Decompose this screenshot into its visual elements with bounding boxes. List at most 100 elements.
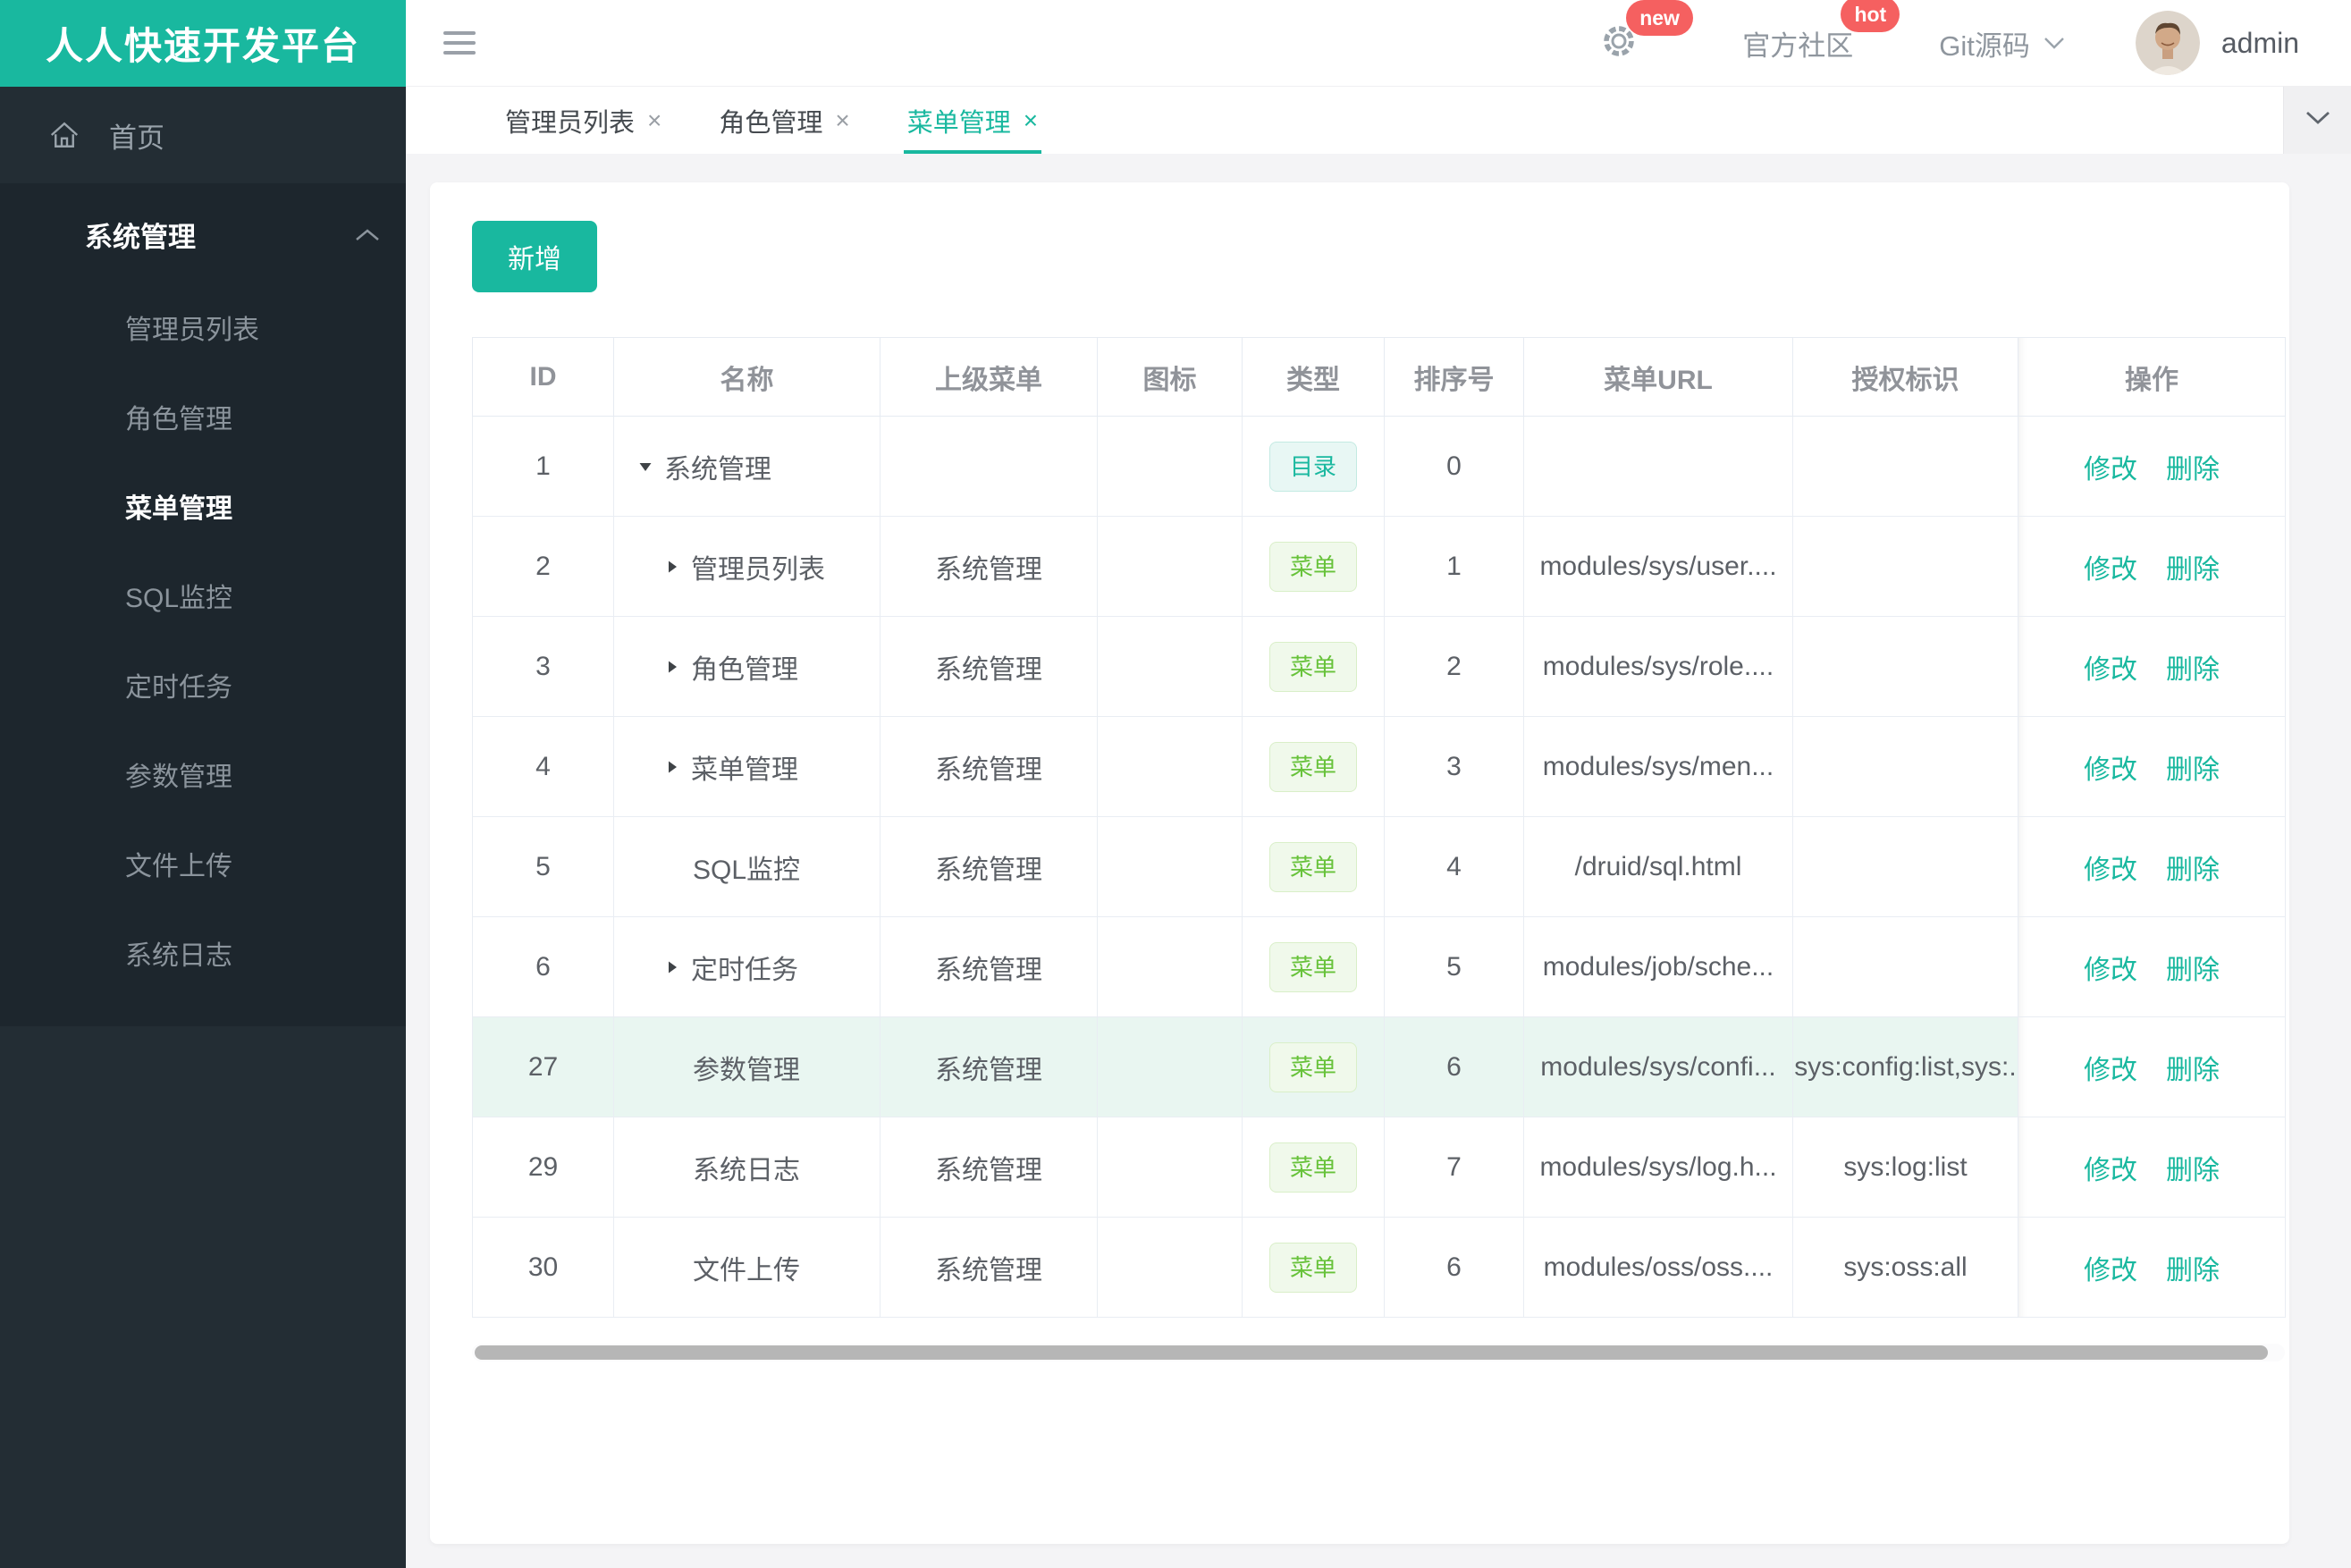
sidebar-item-管理员列表[interactable]: 管理员列表 [0, 286, 406, 375]
menu-name: SQL监控 [693, 855, 801, 885]
scrollbar-thumb[interactable] [475, 1345, 2268, 1360]
sidebar-group-header[interactable]: 系统管理 [0, 183, 406, 286]
sidebar-item-系统日志[interactable]: 系统日志 [0, 912, 406, 1001]
hamburger-menu-icon[interactable] [443, 25, 476, 61]
table-row: 6 定时任务 系统管理 菜单 5 modules/job/sche... 修改 删除 [472, 916, 2286, 1017]
cell-id: 6 [472, 916, 614, 1017]
menu-name: 文件上传 [693, 1255, 800, 1286]
menu-management-panel: 新增 ID 名称 上级菜单 图标 类型 排序号 菜单URL 授权标识 操作 1 系统管理 目录 0 修改… [430, 182, 2289, 1544]
cell-icon [1097, 716, 1243, 817]
cell-name: 系统日志 [613, 1117, 881, 1218]
cell-name: 管理员列表 [613, 516, 881, 617]
column-header-排序号: 排序号 [1384, 337, 1524, 417]
tab-close-icon[interactable]: × [647, 106, 661, 135]
delete-link[interactable]: 删除 [2166, 1256, 2220, 1286]
cell-parent [880, 416, 1098, 517]
cell-parent: 系统管理 [880, 1217, 1098, 1318]
cell-order: 0 [1384, 416, 1524, 517]
delete-link[interactable]: 删除 [2166, 655, 2220, 685]
new-badge: new [1626, 0, 1693, 36]
cell-name: 角色管理 [613, 616, 881, 717]
menu-table: ID 名称 上级菜单 图标 类型 排序号 菜单URL 授权标识 操作 1 系统管理 目录 0 修改 删除 2… [472, 337, 2286, 1318]
sidebar-item-home[interactable]: 首页 [0, 87, 406, 183]
column-header-名称: 名称 [613, 337, 881, 417]
cell-order: 1 [1384, 516, 1524, 617]
cell-icon [1097, 1217, 1243, 1318]
delete-link[interactable]: 删除 [2166, 956, 2220, 985]
column-header-上级菜单: 上级菜单 [880, 337, 1098, 417]
cell-parent: 系统管理 [880, 516, 1098, 617]
cell-icon [1097, 516, 1243, 617]
sidebar-item-定时任务[interactable]: 定时任务 [0, 644, 406, 733]
avatar[interactable] [2135, 11, 2200, 75]
edit-link[interactable]: 修改 [2084, 755, 2137, 785]
expand-arrow-icon[interactable] [637, 459, 653, 475]
expand-arrow-icon[interactable] [664, 559, 680, 575]
tab-菜单管理[interactable]: 菜单管理 × [903, 87, 1042, 154]
cell-url [1523, 416, 1793, 517]
cell-perm: sys:config:list,sys:. [1792, 1016, 2018, 1117]
tabs-overflow-button[interactable] [2283, 87, 2351, 154]
cell-url: modules/sys/role.... [1523, 616, 1793, 717]
edit-link[interactable]: 修改 [2084, 956, 2137, 985]
cell-icon [1097, 1016, 1243, 1117]
edit-link[interactable]: 修改 [2084, 1056, 2137, 1085]
cell-icon [1097, 416, 1243, 517]
cell-type: 菜单 [1242, 516, 1385, 617]
cell-id: 29 [472, 1117, 614, 1218]
menu-name: 管理员列表 [691, 554, 825, 585]
type-badge: 菜单 [1268, 541, 1357, 592]
cell-id: 4 [472, 716, 614, 817]
cell-type: 菜单 [1242, 1217, 1385, 1318]
community-link[interactable]: 官方社区 hot [1742, 0, 1900, 63]
expand-arrow-icon[interactable] [664, 759, 680, 775]
settings-button[interactable]: new [1599, 0, 1693, 65]
column-header-图标: 图标 [1097, 337, 1243, 417]
tab-label: 管理员列表 [505, 108, 636, 138]
sidebar-item-文件上传[interactable]: 文件上传 [0, 822, 406, 912]
expand-arrow-icon[interactable] [664, 959, 680, 975]
edit-link[interactable]: 修改 [2084, 856, 2137, 885]
home-icon [48, 120, 80, 150]
cell-url: modules/sys/confi... [1523, 1016, 1793, 1117]
git-source-link[interactable]: Git源码 [1939, 23, 2066, 63]
delete-link[interactable]: 删除 [2166, 1056, 2220, 1085]
delete-link[interactable]: 删除 [2166, 455, 2220, 485]
cell-url: modules/sys/log.h... [1523, 1117, 1793, 1218]
sidebar-item-角色管理[interactable]: 角色管理 [0, 375, 406, 465]
cell-order: 4 [1384, 816, 1524, 917]
delete-link[interactable]: 删除 [2166, 856, 2220, 885]
cell-order: 7 [1384, 1117, 1524, 1218]
type-badge: 菜单 [1268, 1142, 1357, 1193]
edit-link[interactable]: 修改 [2084, 555, 2137, 585]
sidebar-item-SQL监控[interactable]: SQL监控 [0, 554, 406, 644]
edit-link[interactable]: 修改 [2084, 455, 2137, 485]
type-badge: 菜单 [1268, 1242, 1357, 1293]
cell-id: 27 [472, 1016, 614, 1117]
sidebar-item-参数管理[interactable]: 参数管理 [0, 733, 406, 822]
tab-角色管理[interactable]: 角色管理 × [719, 87, 849, 154]
tab-close-icon[interactable]: × [1024, 106, 1038, 135]
cell-id: 1 [472, 416, 614, 517]
sidebar-item-菜单管理[interactable]: 菜单管理 [0, 465, 406, 554]
expand-arrow-icon[interactable] [664, 659, 680, 675]
delete-link[interactable]: 删除 [2166, 755, 2220, 785]
edit-link[interactable]: 修改 [2084, 655, 2137, 685]
delete-link[interactable]: 删除 [2166, 555, 2220, 585]
cell-type: 菜单 [1242, 616, 1385, 717]
cell-order: 6 [1384, 1016, 1524, 1117]
username[interactable]: admin [2221, 27, 2299, 60]
tab-管理员列表[interactable]: 管理员列表 × [505, 87, 661, 154]
tab-close-icon[interactable]: × [835, 106, 849, 135]
cell-type: 菜单 [1242, 916, 1385, 1017]
table-row: 27 参数管理 系统管理 菜单 6 modules/sys/confi... sys:con… [472, 1016, 2286, 1117]
tabs-container: 管理员列表 × 角色管理 × 菜单管理 × [505, 87, 1095, 154]
edit-link[interactable]: 修改 [2084, 1256, 2137, 1286]
type-badge: 菜单 [1268, 841, 1357, 892]
cell-perm: sys:oss:all [1792, 1217, 2018, 1318]
cell-name: SQL监控 [613, 816, 881, 917]
delete-link[interactable]: 删除 [2166, 1156, 2220, 1185]
add-button[interactable]: 新增 [472, 221, 597, 292]
menu-name: 菜单管理 [691, 754, 798, 785]
edit-link[interactable]: 修改 [2084, 1156, 2137, 1185]
